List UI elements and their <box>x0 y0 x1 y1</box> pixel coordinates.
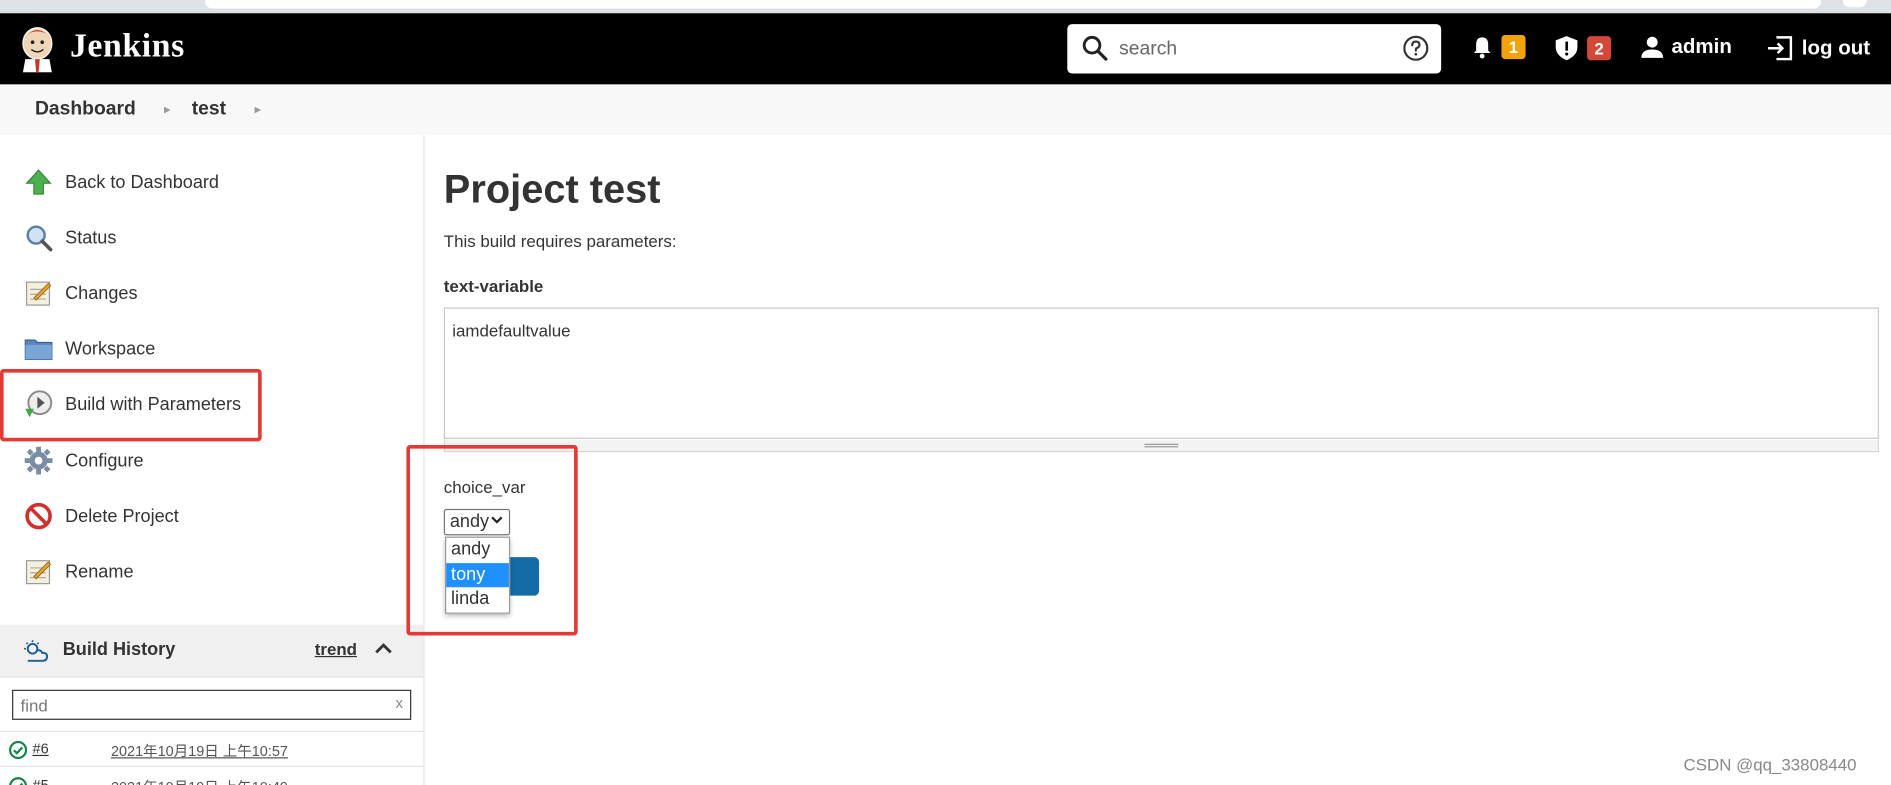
breadcrumb-separator[interactable]: ▸ <box>164 101 171 116</box>
task-status[interactable]: Status <box>24 219 116 255</box>
build-history-title: Build History <box>62 639 176 660</box>
browser-chrome <box>0 0 1891 14</box>
breadcrumb-separator[interactable]: ▸ <box>254 101 261 116</box>
notifications-badge: 1 <box>1501 34 1526 60</box>
brand-name[interactable]: Jenkins <box>70 28 185 67</box>
clear-find-button[interactable]: x <box>396 695 403 712</box>
task-workspace[interactable]: Workspace <box>24 330 155 366</box>
task-label: Rename <box>65 561 134 582</box>
browser-menu-button[interactable] <box>1842 0 1867 8</box>
search-input[interactable] <box>1119 31 1385 68</box>
notepad-icon <box>24 557 53 586</box>
task-configure[interactable]: Configure <box>24 443 144 479</box>
success-icon <box>9 740 28 760</box>
no-entry-icon <box>24 502 53 531</box>
build-row: #5 2021年10月19日 上午10:49 <box>0 768 423 785</box>
notifications-button[interactable]: 1 <box>1470 34 1526 60</box>
task-delete-project[interactable]: Delete Project <box>24 498 179 534</box>
user-icon <box>1641 36 1664 58</box>
security-badge: 2 <box>1587 36 1612 61</box>
user-name: admin <box>1671 34 1732 58</box>
shield-alert-icon <box>1555 36 1578 61</box>
user-link[interactable]: admin <box>1640 35 1732 59</box>
task-label: Status <box>65 227 117 248</box>
address-bar[interactable] <box>205 0 1822 9</box>
folder-icon <box>24 334 53 363</box>
notepad-icon <box>24 279 53 308</box>
highlight-box <box>406 444 578 636</box>
breadcrumb: Dashboard ▸ test ▸ <box>0 84 1891 136</box>
textarea-resize-handle[interactable] <box>443 440 1879 453</box>
task-label: Changes <box>65 282 138 304</box>
task-rename[interactable]: Rename <box>24 553 134 589</box>
trend-link[interactable]: trend <box>315 639 357 658</box>
task-back-to-dashboard[interactable]: Back to Dashboard <box>24 164 219 200</box>
chevron-up-icon[interactable] <box>374 642 393 656</box>
build-date-link[interactable]: 2021年10月19日 上午10:57 <box>111 740 288 760</box>
security-button[interactable]: 2 <box>1553 35 1612 62</box>
task-changes[interactable]: Changes <box>24 275 138 311</box>
text-variable-field[interactable]: iamdefaultvalue <box>443 307 1879 439</box>
watermark: CSDN @qq_33808440 <box>1683 754 1857 775</box>
build-row: #6 2021年10月19日 上午10:57 <box>0 730 424 767</box>
param-label-text-variable: text-variable <box>443 276 544 296</box>
highlight-box <box>0 368 262 442</box>
logout-icon <box>1767 36 1793 61</box>
logout-label: log out <box>1801 36 1871 60</box>
search-box <box>1067 24 1442 74</box>
parameters-intro: This build requires parameters: <box>443 231 677 251</box>
page-header: Jenkins 1 <box>0 13 1891 85</box>
task-label: Back to Dashboard <box>65 171 219 193</box>
weather-icon <box>24 640 48 662</box>
find-input[interactable] <box>20 693 383 718</box>
build-number-link[interactable]: #6 <box>33 740 49 757</box>
breadcrumb-test[interactable]: test <box>192 99 226 121</box>
build-number-link[interactable]: #5 <box>33 777 49 785</box>
task-label: Configure <box>65 450 144 471</box>
page-title: Project test <box>443 166 661 212</box>
magnifier-icon <box>24 223 53 252</box>
help-icon[interactable] <box>1403 35 1430 62</box>
find-box: x <box>12 689 412 720</box>
sidebar: Back to Dashboard Status Changes Workspa… <box>0 135 425 785</box>
search-icon <box>1082 35 1108 61</box>
build-date-link[interactable]: 2021年10月19日 上午10:49 <box>111 777 288 785</box>
success-icon <box>9 777 28 785</box>
build-history-header: Build History trend <box>0 624 424 678</box>
task-label: Delete Project <box>65 505 179 527</box>
jenkins-logo-icon[interactable] <box>19 24 55 73</box>
logout-link[interactable]: log out <box>1766 35 1871 62</box>
bell-icon <box>1473 37 1491 59</box>
task-label: Workspace <box>65 338 156 359</box>
up-arrow-icon <box>24 168 53 197</box>
breadcrumb-dashboard[interactable]: Dashboard <box>35 99 136 121</box>
gear-icon <box>24 446 53 475</box>
